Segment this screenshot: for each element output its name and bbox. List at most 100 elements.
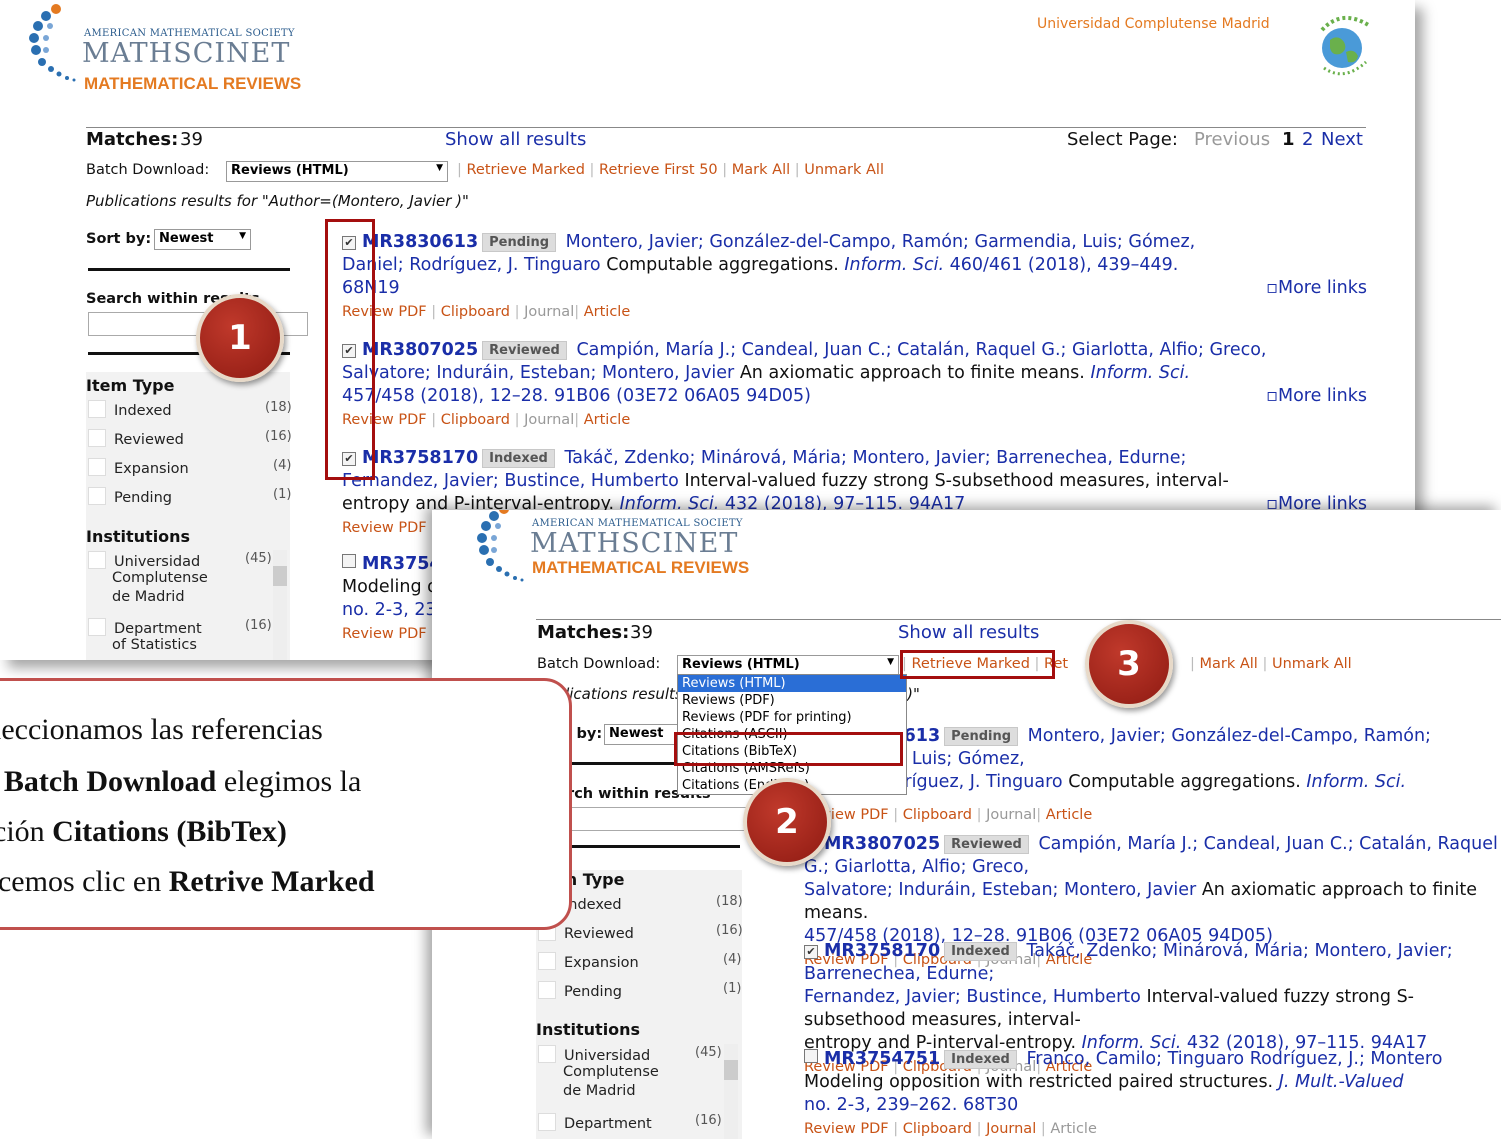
mr-number-link[interactable]: MR3807025: [362, 340, 478, 360]
facet-pending[interactable]: Pending: [538, 981, 622, 1000]
mr-number-link[interactable]: MR3758170: [824, 941, 940, 961]
clipboard-link[interactable]: Clipboard: [441, 412, 510, 428]
unmark-all-link[interactable]: Unmark All: [1272, 656, 1352, 672]
facet-indexed[interactable]: Indexed: [88, 400, 172, 419]
facet-count: (4): [273, 458, 292, 473]
journal-link[interactable]: Journal: [524, 412, 574, 428]
checkbox-icon: [538, 981, 556, 999]
show-all-results-link[interactable]: Show all results: [445, 129, 586, 150]
facet-scrollbar[interactable]: [273, 550, 287, 660]
facet-scrollbar[interactable]: [724, 1044, 738, 1139]
batch-download-select[interactable]: Reviews (HTML) ▼: [226, 161, 448, 182]
article-link[interactable]: Article: [1050, 1121, 1097, 1137]
retrieve-first-link[interactable]: Retrieve First 50: [599, 162, 718, 178]
retrieve-marked-link[interactable]: Retrieve Marked: [467, 162, 585, 178]
facet-reviewed[interactable]: Reviewed: [88, 429, 184, 448]
journal-link[interactable]: Inform. Sci.: [1090, 363, 1190, 383]
review-pdf-link[interactable]: Review PDF: [342, 520, 427, 536]
journal-link[interactable]: J. Mult.-Valued: [1279, 1072, 1404, 1092]
more-links[interactable]: ▫More links: [1266, 277, 1367, 300]
record-title: Computable aggregations.: [606, 255, 839, 275]
sort-value: Newest: [609, 726, 664, 741]
facet-institution-statistics[interactable]: Department: [88, 618, 202, 637]
clipboard-link[interactable]: Clipboard: [441, 304, 510, 320]
mr-number-link[interactable]: MR3754751: [824, 1049, 940, 1069]
batch-download-label: Batch Download:: [86, 162, 210, 178]
mathscinet-logo[interactable]: AMERICAN MATHEMATICAL SOCIETY MATHSCINET…: [26, 2, 326, 106]
article-link[interactable]: Article: [584, 304, 631, 320]
record-title: Modeling opposition with restricted pair…: [804, 1072, 1274, 1092]
authors-link[interactable]: Montero, Javier; González-del-Campo, Ram…: [566, 232, 1196, 252]
authors-link[interactable]: Franco, Camilo; Tinguaro Rodríguez, J.; …: [1026, 1049, 1442, 1069]
facet-expansion[interactable]: Expansion: [88, 458, 189, 477]
authors-link[interactable]: Salvatore; Induráin, Esteban; Montero, J…: [342, 363, 734, 383]
clipboard-link[interactable]: Clipboard: [903, 1121, 972, 1137]
journal-link[interactable]: Inform. Sci.: [1306, 772, 1406, 792]
list-item: ✔MR3807025Reviewed Campión, María J.; Ca…: [342, 340, 1367, 428]
callout-line-2: En Batch Download elegimos la: [3, 765, 362, 798]
callout-line-1: Seleccionamos las referencias: [0, 713, 323, 746]
sort-select[interactable]: Newest ▼: [154, 229, 251, 250]
review-pdf-link[interactable]: Review PDF: [804, 1121, 889, 1137]
logo-dots-icon: [477, 510, 524, 582]
article-link[interactable]: Article: [1046, 807, 1093, 823]
checkbox-icon: [88, 487, 106, 505]
more-links[interactable]: ▫More links: [1266, 385, 1367, 408]
record-title: An axiomatic approach to finite means.: [739, 363, 1085, 383]
review-pdf-link[interactable]: Review PDF: [342, 626, 427, 642]
dropdown-option[interactable]: Reviews (PDF for printing): [678, 709, 906, 726]
mark-checkbox[interactable]: ✔: [804, 945, 818, 959]
journal-link[interactable]: Inform. Sci.: [844, 255, 944, 275]
mark-checkbox[interactable]: [342, 554, 356, 568]
batch-download-select[interactable]: Reviews (HTML) ▼: [677, 655, 899, 675]
previous-page-link: Previous: [1194, 129, 1271, 150]
authors-link[interactable]: Salvatore; Induráin, Esteban; Montero, J…: [804, 880, 1196, 900]
mr-number-link[interactable]: MR3807025: [824, 834, 940, 854]
facet-institution-line: de Madrid: [563, 1083, 636, 1099]
authors-link[interactable]: Daniel; Rodríguez, J. Tinguaro: [342, 255, 601, 275]
step-1-marker: 1: [196, 294, 284, 382]
msc-link[interactable]: 91B06 (03E72 06A05 94D05): [554, 386, 811, 406]
dropdown-option[interactable]: Reviews (PDF): [678, 692, 906, 709]
facet-pending[interactable]: Pending: [88, 487, 172, 506]
facet-expansion[interactable]: Expansion: [538, 952, 639, 971]
authors-link[interactable]: Fernandez, Javier; Bustince, Humberto: [342, 471, 679, 491]
msc-link[interactable]: 68T30: [963, 1095, 1018, 1115]
clipboard-link[interactable]: Clipboard: [903, 807, 972, 823]
ref-link[interactable]: 460/461 (2018), 439–449.: [950, 255, 1179, 275]
facet-institution-statistics[interactable]: Department: [538, 1113, 652, 1132]
journal-link[interactable]: Journal: [986, 1121, 1036, 1137]
status-badge: Indexed: [944, 942, 1017, 961]
mathscinet-text: MATHSCINET: [530, 528, 739, 559]
page-2-link[interactable]: 2: [1302, 129, 1313, 150]
logo-dots-icon: [29, 4, 76, 82]
mathscinet-logo[interactable]: AMERICAN MATHEMATICAL SOCIETY MATHSCINET…: [474, 510, 774, 606]
mr-number-link[interactable]: MR3830613: [362, 232, 478, 252]
facet-count: (1): [723, 981, 742, 996]
checkbox-icon: [538, 952, 556, 970]
record-title: Computable aggregations.: [1068, 772, 1301, 792]
remote-access-globe-icon[interactable]: [1308, 8, 1380, 80]
authors-link[interactable]: Fernandez, Javier; Bustince, Humberto: [804, 987, 1141, 1007]
mr-number-link[interactable]: MR3758170: [362, 448, 478, 468]
checkbox-icon: [88, 458, 106, 476]
broken-image-icon: ▫: [1266, 278, 1278, 298]
facet-institution-ucm[interactable]: Universidad: [538, 1045, 650, 1064]
authors-link[interactable]: Campión, María J.; Candeal, Juan C.; Cat…: [576, 340, 1266, 360]
show-all-results-link[interactable]: Show all results: [898, 622, 1039, 643]
mark-checkbox[interactable]: [804, 1049, 818, 1063]
article-link[interactable]: Article: [584, 412, 631, 428]
facet-institution-ucm[interactable]: Universidad: [88, 551, 200, 570]
checkbox-highlight-box: [325, 219, 375, 480]
authors-link[interactable]: Takáč, Zdenko; Minárová, Mária; Montero,…: [564, 448, 1186, 468]
dropdown-option[interactable]: Reviews (HTML): [678, 675, 906, 692]
journal-link[interactable]: Journal: [986, 807, 1036, 823]
unmark-all-link[interactable]: Unmark All: [804, 162, 884, 178]
journal-link[interactable]: Journal: [524, 304, 574, 320]
next-page-link[interactable]: Next: [1321, 129, 1363, 150]
ref-link[interactable]: no. 2-3, 239–262.: [804, 1095, 957, 1115]
mark-all-link[interactable]: Mark All: [732, 162, 790, 178]
mark-all-link[interactable]: Mark All: [1200, 656, 1258, 672]
facet-institution-line: Complutense: [112, 570, 208, 586]
facet-count: (16): [265, 429, 292, 444]
